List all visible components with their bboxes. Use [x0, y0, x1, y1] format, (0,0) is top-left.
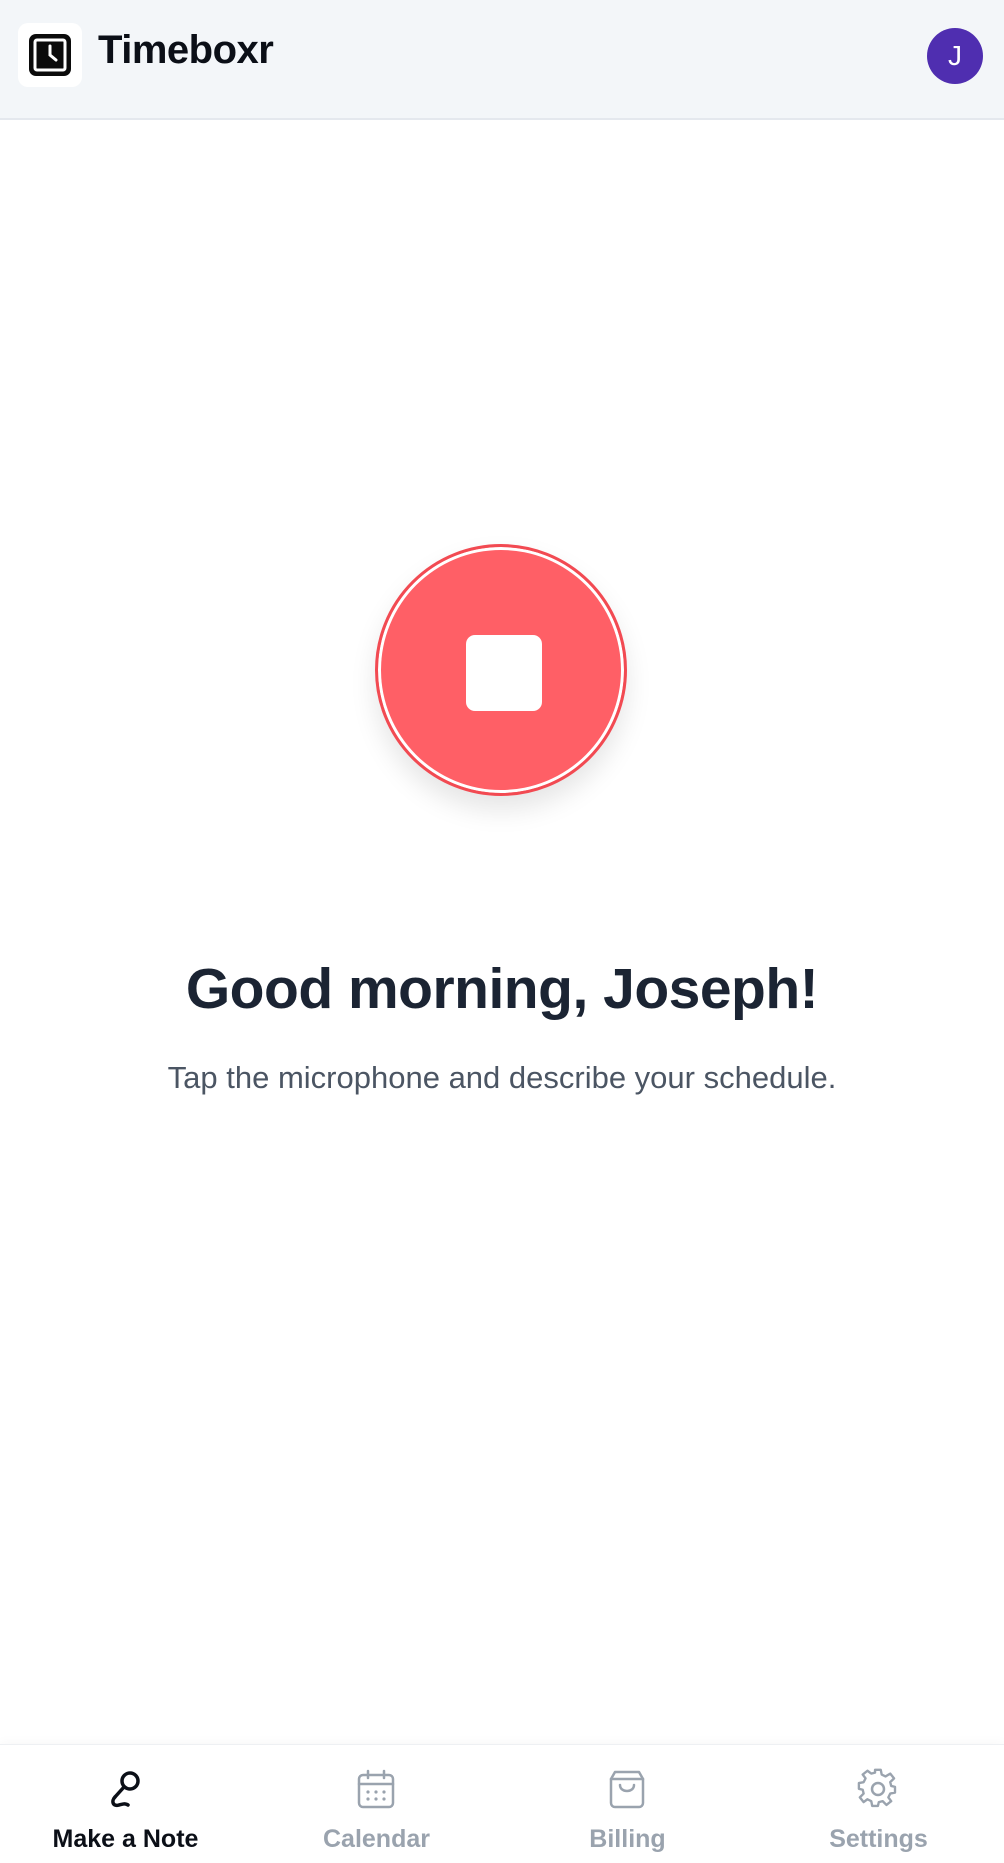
greeting-heading: Good morning, Joseph! — [185, 957, 819, 1021]
nav-label: Settings — [829, 1825, 928, 1853]
app-logo — [18, 23, 82, 87]
clock-icon — [29, 34, 71, 76]
nav-item-settings[interactable]: Settings — [753, 1745, 1004, 1863]
app-title: Timeboxr — [98, 28, 274, 72]
user-avatar[interactable]: J — [927, 28, 983, 84]
app-header: Timeboxr J — [0, 0, 1004, 120]
microphone-icon — [111, 1771, 140, 1808]
nav-item-calendar[interactable]: Calendar — [251, 1745, 502, 1863]
shopping-bag-icon — [609, 1770, 645, 1809]
nav-label: Calendar — [323, 1825, 430, 1853]
instruction-text: Tap the microphone and describe your sch… — [167, 1060, 837, 1095]
nav-item-make-a-note[interactable]: Make a Note — [0, 1745, 251, 1863]
nav-item-billing[interactable]: Billing — [502, 1745, 753, 1863]
calendar-icon — [357, 1769, 395, 1809]
record-stop-button[interactable] — [375, 544, 627, 796]
nav-label: Make a Note — [52, 1825, 199, 1853]
gear-icon — [857, 1768, 897, 1808]
stop-icon — [466, 635, 542, 711]
bottom-nav: Make a Note Calendar Billing Settings — [0, 1744, 1004, 1863]
nav-label: Billing — [589, 1825, 666, 1853]
